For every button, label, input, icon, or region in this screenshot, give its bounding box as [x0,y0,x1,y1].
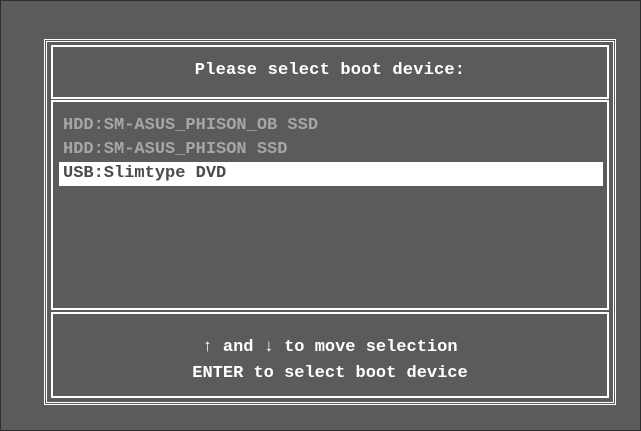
boot-device-item-usb-dvd[interactable]: USB:Slimtype DVD [59,162,603,186]
move-selection-hint: ↑ and ↓ to move selection [53,338,607,357]
down-arrow-icon: ↓ [263,338,274,357]
boot-menu-instructions: ↑ and ↓ to move selection ENTER to selec… [51,312,609,398]
bios-screen: Please select boot device: HDD:SM-ASUS_P… [0,0,641,431]
boot-menu-header: Please select boot device: [51,45,609,99]
up-arrow-icon: ↑ [202,338,213,357]
boot-menu-dialog: Please select boot device: HDD:SM-ASUS_P… [44,39,616,405]
boot-menu-title: Please select boot device: [194,61,466,80]
boot-device-item-hdd-phison-ob[interactable]: HDD:SM-ASUS_PHISON_OB SSD [59,114,603,138]
move-selection-text: to move selection [273,338,458,357]
enter-select-hint: ENTER to select boot device [192,364,468,383]
and-text: and [212,338,264,357]
boot-device-list: HDD:SM-ASUS_PHISON_OB SSD HDD:SM-ASUS_PH… [51,100,609,310]
boot-device-item-hdd-phison[interactable]: HDD:SM-ASUS_PHISON SSD [59,138,603,162]
